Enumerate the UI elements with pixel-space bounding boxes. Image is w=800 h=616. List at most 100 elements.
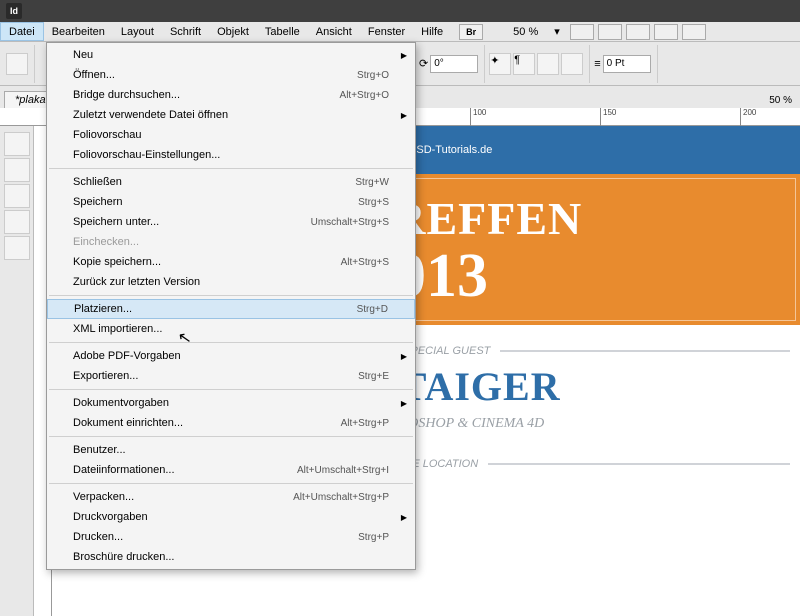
menu-shortcut: Strg+S	[358, 197, 389, 208]
gap-tool[interactable]	[4, 210, 30, 234]
paragraph-icon[interactable]: ¶	[513, 53, 535, 75]
menu-item[interactable]: Druckvorgaben ▶	[47, 507, 415, 527]
menu-item[interactable]: Exportieren...Strg+E	[47, 366, 415, 386]
menu-datei[interactable]: Datei	[0, 22, 44, 41]
bridge-button[interactable]: Br	[459, 24, 483, 40]
stroke-icon: ≡	[594, 58, 600, 70]
menu-item[interactable]: Benutzer...	[47, 440, 415, 460]
view-mode-button-1[interactable]	[570, 24, 594, 40]
submenu-arrow-icon: ▶	[401, 352, 407, 361]
chevron-down-icon[interactable]: ▾	[546, 22, 568, 41]
menu-item[interactable]: Foliovorschau-Einstellungen...	[47, 145, 415, 165]
ruler-tick: 200	[740, 108, 756, 126]
submenu-arrow-icon: ▶	[401, 399, 407, 408]
menu-item-label: Dateiinformationen...	[73, 464, 297, 476]
menu-item-label: Einchecken...	[73, 236, 389, 248]
arrange-button[interactable]	[654, 24, 678, 40]
menu-separator	[49, 168, 413, 169]
menu-item[interactable]: Dateiinformationen...Alt+Umschalt+Strg+I	[47, 460, 415, 480]
ruler-tick: 100	[470, 108, 486, 126]
menu-item[interactable]: Zurück zur letzten Version	[47, 272, 415, 292]
menu-item[interactable]: XML importieren...	[47, 319, 415, 339]
menu-item[interactable]: Foliovorschau	[47, 125, 415, 145]
menu-item-label: Schließen	[73, 176, 355, 188]
menu-item: Einchecken...	[47, 232, 415, 252]
menu-item[interactable]: Verpacken...Alt+Umschalt+Strg+P	[47, 487, 415, 507]
rotation-field[interactable]: 0°	[430, 55, 478, 73]
menu-item-label: XML importieren...	[73, 323, 389, 335]
menu-layout[interactable]: Layout	[113, 22, 162, 41]
align-icon[interactable]	[537, 53, 559, 75]
view-mode-button-3[interactable]	[626, 24, 650, 40]
menu-item[interactable]: Kopie speichern...Alt+Strg+S	[47, 252, 415, 272]
titlebar: Id	[0, 0, 800, 22]
menu-item-label: Dokumentvorgaben	[73, 397, 389, 409]
menu-item-label: Platzieren...	[74, 303, 357, 315]
menu-item[interactable]: Adobe PDF-Vorgaben ▶	[47, 346, 415, 366]
menu-shortcut: Alt+Umschalt+Strg+P	[293, 492, 389, 503]
submenu-arrow-icon: ▶	[401, 51, 407, 60]
menu-item[interactable]: Neu ▶	[47, 45, 415, 65]
menu-shortcut: Strg+P	[358, 532, 389, 543]
menu-hilfe[interactable]: Hilfe	[413, 22, 451, 41]
menu-item[interactable]: Speichern unter...Umschalt+Strg+S	[47, 212, 415, 232]
menu-shortcut: Strg+W	[355, 177, 389, 188]
ruler-tick: 150	[600, 108, 616, 126]
menu-shortcut: Alt+Strg+S	[341, 257, 389, 268]
menu-item-label: Bridge durchsuchen...	[73, 89, 340, 101]
tool-panel	[0, 126, 34, 616]
menu-item[interactable]: Drucken...Strg+P	[47, 527, 415, 547]
menu-objekt[interactable]: Objekt	[209, 22, 257, 41]
page-tool[interactable]	[4, 184, 30, 208]
control-group-geometry	[6, 45, 35, 83]
menubar: Datei Bearbeiten Layout Schrift Objekt T…	[0, 22, 800, 42]
menu-item[interactable]: Öffnen...Strg+O	[47, 65, 415, 85]
control-group-effects: ✦ ¶	[489, 45, 590, 83]
view-mode-button-2[interactable]	[598, 24, 622, 40]
menu-schrift[interactable]: Schrift	[162, 22, 209, 41]
effect-icon[interactable]: ✦	[489, 53, 511, 75]
menu-item-label: Neu	[73, 49, 389, 61]
zoom-level[interactable]: 50 %	[505, 22, 546, 41]
menu-item[interactable]: SchließenStrg+W	[47, 172, 415, 192]
menu-item-label: Druckvorgaben	[73, 511, 389, 523]
menu-fenster[interactable]: Fenster	[360, 22, 413, 41]
submenu-arrow-icon: ▶	[401, 111, 407, 120]
menu-item-label: Verpacken...	[73, 491, 293, 503]
control-group-rotate: ⟳ 0°	[419, 45, 485, 83]
reference-point-icon[interactable]	[6, 53, 28, 75]
menu-separator	[49, 436, 413, 437]
type-tool[interactable]	[4, 236, 30, 260]
menu-item[interactable]: SpeichernStrg+S	[47, 192, 415, 212]
menu-item[interactable]: Bridge durchsuchen...Alt+Strg+O	[47, 85, 415, 105]
menu-item[interactable]: Platzieren...Strg+D	[47, 299, 415, 319]
document-tab-label: *plaka	[15, 94, 46, 106]
direct-selection-tool[interactable]	[4, 158, 30, 182]
menu-item[interactable]: Broschüre drucken...	[47, 547, 415, 567]
menu-item[interactable]: Dokument einrichten...Alt+Strg+P	[47, 413, 415, 433]
menu-item[interactable]: Zuletzt verwendete Datei öffnen▶	[47, 105, 415, 125]
selection-tool[interactable]	[4, 132, 30, 156]
menu-item-label: Foliovorschau-Einstellungen...	[73, 149, 389, 161]
menu-item-label: Adobe PDF-Vorgaben	[73, 350, 389, 362]
menu-shortcut: Strg+D	[357, 304, 388, 315]
menu-item-label: Öffnen...	[73, 69, 357, 81]
menu-shortcut: Strg+O	[357, 70, 389, 81]
screen-mode-button[interactable]	[682, 24, 706, 40]
menu-item-label: Foliovorschau	[73, 129, 389, 141]
menu-separator	[49, 295, 413, 296]
menu-item-label: Benutzer...	[73, 444, 389, 456]
menu-shortcut: Alt+Strg+O	[340, 90, 389, 101]
submenu-arrow-icon: ▶	[401, 513, 407, 522]
app-icon: Id	[6, 3, 22, 19]
menu-ansicht[interactable]: Ansicht	[308, 22, 360, 41]
menu-item[interactable]: Dokumentvorgaben ▶	[47, 393, 415, 413]
menu-tabelle[interactable]: Tabelle	[257, 22, 308, 41]
wrap-icon[interactable]	[561, 53, 583, 75]
menu-separator	[49, 483, 413, 484]
menu-item-label: Dokument einrichten...	[73, 417, 341, 429]
stroke-field[interactable]: 0 Pt	[603, 55, 651, 73]
menu-bearbeiten[interactable]: Bearbeiten	[44, 22, 113, 41]
tab-zoom-label: 50 %	[761, 93, 800, 108]
menu-item-label: Speichern unter...	[73, 216, 311, 228]
